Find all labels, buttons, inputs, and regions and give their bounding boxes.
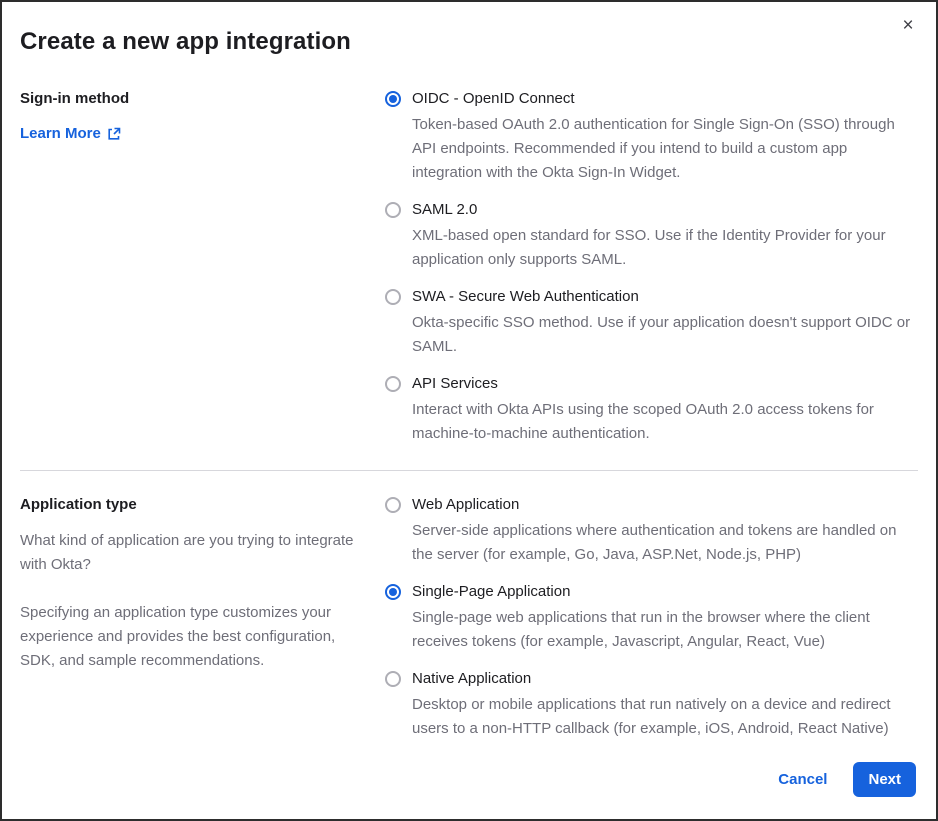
radio-option-label: Single-Page Application [412, 583, 571, 600]
next-button[interactable]: Next [853, 762, 916, 797]
radio-option-label: SWA - Secure Web Authentication [412, 288, 639, 305]
application-type-label: Application type [20, 496, 137, 513]
radio-option[interactable]: OIDC - OpenID Connect Token-based OAuth … [385, 89, 918, 185]
signin-method-options: OIDC - OpenID Connect Token-based OAuth … [385, 89, 918, 446]
application-type-help-1: What kind of application are you trying … [20, 532, 354, 573]
radio-option-description: Token-based OAuth 2.0 authentication for… [412, 116, 895, 181]
close-icon[interactable]: × [896, 14, 920, 38]
dialog-title: Create a new app integration [20, 28, 351, 55]
radio-option-label: Web Application [412, 496, 520, 513]
radio-button-icon[interactable] [385, 91, 401, 107]
radio-option[interactable]: SWA - Secure Web Authentication Okta-spe… [385, 287, 918, 359]
radio-option-label: SAML 2.0 [412, 201, 478, 218]
radio-option-description: Single-page web applications that run in… [412, 609, 870, 650]
dialog-footer: Cancel Next [20, 752, 918, 801]
radio-option-description: Okta-specific SSO method. Use if your ap… [412, 314, 911, 355]
radio-button-icon[interactable] [385, 376, 401, 392]
radio-option-label: API Services [412, 375, 498, 392]
signin-method-section: Sign-in method Learn More OIDC - OpenID … [20, 89, 918, 446]
radio-option-label: Native Application [412, 670, 532, 687]
section-divider [20, 470, 918, 471]
radio-option-description: Desktop or mobile applications that run … [412, 696, 891, 737]
learn-more-label: Learn More [20, 125, 101, 142]
radio-button-icon[interactable] [385, 289, 401, 305]
radio-option[interactable]: Web Application Server-side applications… [385, 495, 918, 567]
radio-button-icon[interactable] [385, 497, 401, 513]
external-link-icon [107, 127, 121, 141]
learn-more-link[interactable]: Learn More [20, 125, 121, 142]
application-type-section: Application type What kind of applicatio… [20, 495, 918, 741]
radio-option[interactable]: Single-Page Application Single-page web … [385, 582, 918, 654]
radio-option-label: OIDC - OpenID Connect [412, 90, 575, 107]
signin-method-label: Sign-in method [20, 90, 130, 107]
radio-option-description: XML-based open standard for SSO. Use if … [412, 227, 886, 268]
create-app-integration-dialog: × Create a new app integration Sign-in m… [0, 0, 938, 821]
radio-button-icon[interactable] [385, 202, 401, 218]
application-type-help-2: Specifying an application type customize… [20, 604, 336, 669]
radio-option-description: Server-side applications where authentic… [412, 522, 897, 563]
radio-button-icon[interactable] [385, 584, 401, 600]
application-type-options: Web Application Server-side applications… [385, 495, 918, 741]
radio-option[interactable]: SAML 2.0 XML-based open standard for SSO… [385, 200, 918, 272]
radio-button-icon[interactable] [385, 671, 401, 687]
radio-option-description: Interact with Okta APIs using the scoped… [412, 401, 874, 442]
radio-option[interactable]: API Services Interact with Okta APIs usi… [385, 374, 918, 446]
radio-option[interactable]: Native Application Desktop or mobile app… [385, 669, 918, 741]
cancel-button[interactable]: Cancel [778, 771, 827, 788]
